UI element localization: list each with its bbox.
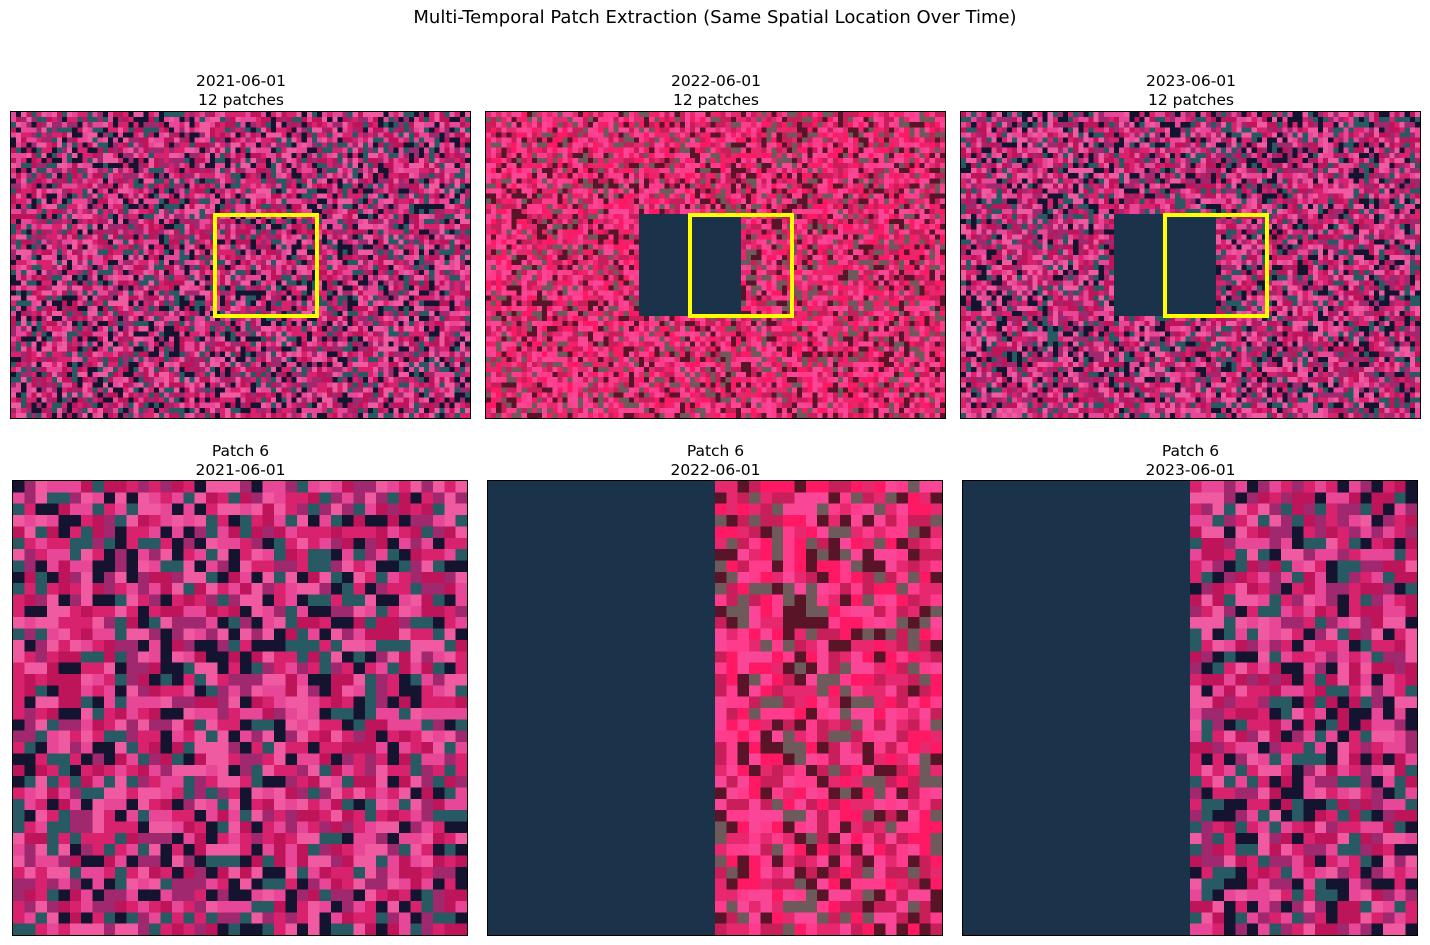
patch-label: Patch 6: [1161, 442, 1220, 460]
scene-image-3: [960, 111, 1421, 419]
scene-patch-count: 12 patches: [672, 91, 760, 109]
scene-canvas: [961, 112, 1420, 418]
scene-patch-count: 12 patches: [197, 91, 285, 109]
scene-title-1: 2021-06-01 12 patches: [11, 72, 471, 110]
scene-date: 2022-06-01: [670, 72, 762, 90]
patch-date: 2021-06-01: [195, 461, 286, 479]
patch-title-3: Patch 6 2023-06-01: [963, 442, 1418, 480]
patch-date: 2022-06-01: [670, 461, 761, 479]
patch-image-1: [12, 480, 468, 936]
patch-canvas: [488, 481, 942, 935]
patch-image-3: [962, 480, 1418, 936]
scene-image-1: [10, 111, 471, 419]
scene-title-3: 2023-06-01 12 patches: [961, 72, 1421, 110]
figure-title: Multi-Temporal Patch Extraction (Same Sp…: [413, 7, 1017, 28]
scene-image-2: [485, 111, 946, 419]
scene-title-2: 2022-06-01 12 patches: [486, 72, 946, 110]
patch-date: 2023-06-01: [1145, 461, 1236, 479]
patch-label: Patch 6: [211, 442, 270, 460]
patch-canvas: [13, 481, 467, 935]
patch-title-1: Patch 6 2021-06-01: [13, 442, 468, 480]
patch-canvas: [963, 481, 1417, 935]
scene-canvas: [11, 112, 470, 418]
scene-canvas: [486, 112, 945, 418]
scene-date: 2023-06-01: [1145, 72, 1237, 90]
scene-date: 2021-06-01: [195, 72, 287, 90]
patch-title-2: Patch 6 2022-06-01: [488, 442, 943, 480]
patch-label: Patch 6: [686, 442, 745, 460]
scene-patch-count: 12 patches: [1147, 91, 1235, 109]
patch-image-2: [487, 480, 943, 936]
